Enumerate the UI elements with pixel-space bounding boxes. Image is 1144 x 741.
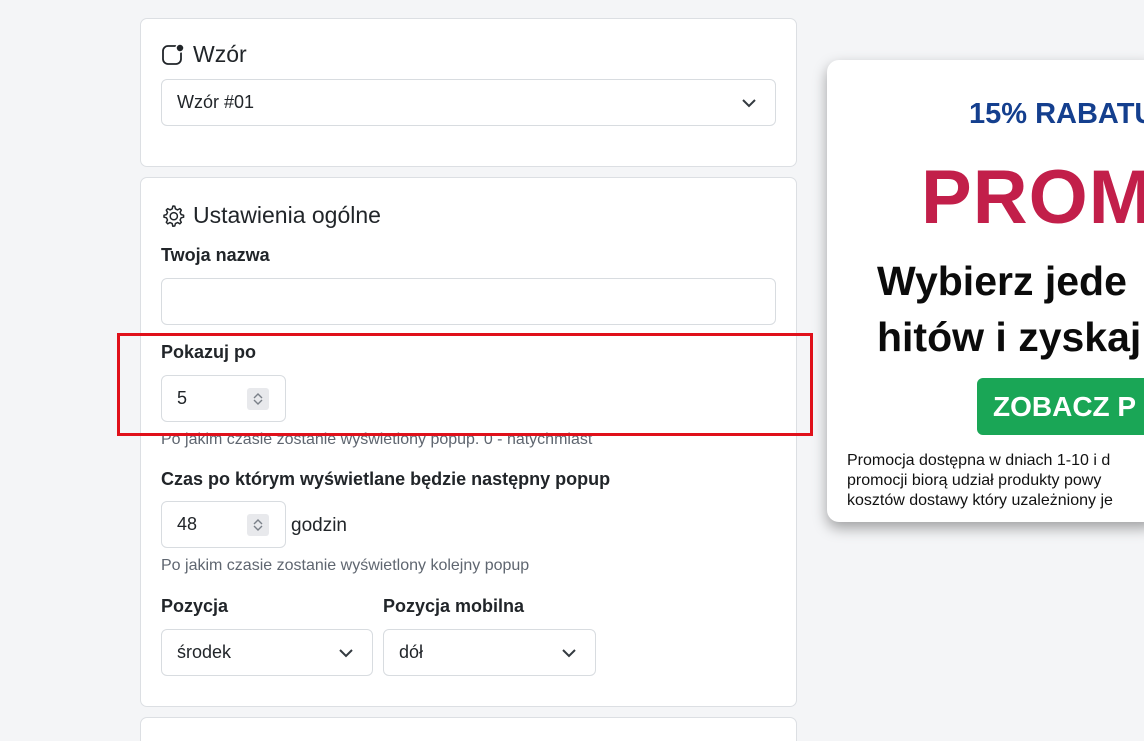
next-popup-input[interactable]: 48 (161, 501, 286, 548)
template-card-title: Wzór (161, 41, 247, 68)
template-card-title-text: Wzór (193, 41, 247, 67)
chevron-down-icon (339, 649, 353, 658)
next-settings-card (140, 717, 797, 741)
highlight-box (117, 333, 813, 436)
position-label: Pozycja (161, 596, 229, 616)
position-select[interactable]: środek (161, 629, 373, 676)
next-popup-value: 48 (177, 514, 198, 534)
next-popup-suffix: godzin (291, 515, 347, 536)
template-card: Wzór Wzór #01 (140, 18, 797, 167)
gear-icon (161, 204, 185, 228)
mobile-position-select-value: dół (399, 642, 424, 662)
preview-fine-print: Promocja dostępna w dniach 1-10 i d prom… (847, 451, 1113, 511)
chevron-down-icon (742, 99, 756, 108)
preview-fine-print-line1: Promocja dostępna w dniach 1-10 i d (847, 452, 1111, 469)
preview-discount: 15% RABATU (969, 98, 1144, 130)
mobile-position-label: Pozycja mobilna (383, 596, 525, 616)
chevron-up-icon (253, 519, 263, 525)
popup-preview: 15% RABATU PROM Wybierz jede hitów i zys… (827, 60, 1144, 522)
name-label: Twoja nazwa (161, 245, 270, 265)
number-spinner[interactable] (247, 514, 269, 536)
general-settings-title-text: Ustawienia ogólne (193, 202, 381, 228)
preview-headline: PROM (921, 155, 1144, 240)
app-badge-icon (161, 42, 185, 67)
next-popup-help: Po jakim czasie zostanie wyświetlony kol… (161, 557, 530, 574)
name-input[interactable] (161, 278, 776, 325)
preview-subheadline-line1: Wybierz jede (877, 258, 1127, 304)
general-settings-card: Ustawienia ogólne Twoja nazwa Pokazuj po… (140, 177, 797, 707)
mobile-position-select[interactable]: dół (383, 629, 596, 676)
next-popup-label: Czas po którym wyświetlane będzie następ… (161, 469, 611, 489)
template-select-value: Wzór #01 (177, 92, 255, 112)
position-select-value: środek (177, 642, 232, 662)
chevron-down-icon (562, 649, 576, 658)
general-settings-title: Ustawienia ogólne (161, 202, 381, 229)
preview-fine-print-line2: promocji biorą udział produkty powy (847, 472, 1102, 489)
preview-subheadline-line2: hitów i zyskaj (877, 314, 1142, 360)
preview-cta-button[interactable]: ZOBACZ P (977, 378, 1144, 435)
chevron-down-icon (253, 525, 263, 531)
template-select[interactable]: Wzór #01 (161, 79, 776, 126)
preview-fine-print-line3: kosztów dostawy który uzależniony je (847, 492, 1113, 509)
